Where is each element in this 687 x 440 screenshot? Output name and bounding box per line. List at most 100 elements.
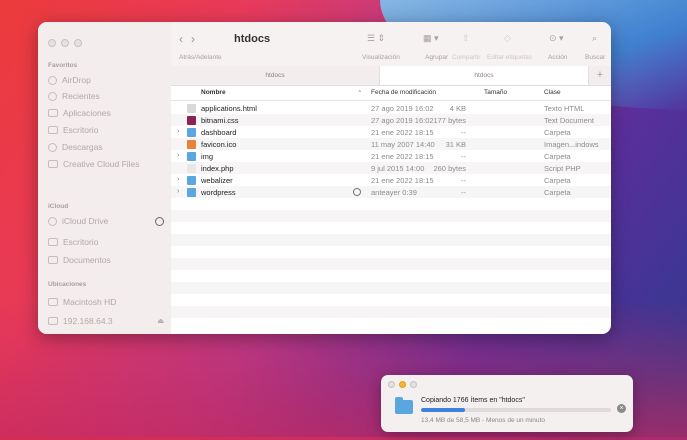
desktop-icon [48, 238, 58, 246]
group-icon[interactable]: ▦ ▾ [423, 33, 439, 44]
table-row[interactable]: index.php 9 jul 2015 14:00 260 bytes Script… [171, 162, 611, 174]
zoom-button[interactable] [74, 39, 82, 47]
sidebar-item-aplicaciones[interactable]: Aplicaciones [48, 106, 111, 120]
cloud-icon [48, 216, 57, 226]
table-row[interactable]: › webalizer 21 ene 2022 18:15 -- Carpeta [171, 174, 611, 186]
disk-icon [48, 298, 58, 306]
action-label: Acción [548, 54, 568, 61]
file-list: applications.html 27 ago 2019 16:02 4 KB Te… [171, 102, 611, 318]
tab-bar: htdocs htdocs + [171, 66, 611, 86]
sidebar-item-airdrop[interactable]: AirDrop [48, 73, 91, 87]
file-modified: 27 ago 2019 16:02 [371, 115, 434, 125]
column-kind[interactable]: Clase [544, 89, 561, 96]
file-name: img [201, 151, 214, 161]
document-icon [48, 160, 58, 168]
disclosure-chevron-icon[interactable]: › [177, 128, 179, 135]
empty-row [171, 306, 611, 318]
file-kind: Text Document [544, 115, 595, 125]
file-icon [187, 103, 196, 113]
disclosure-chevron-icon[interactable]: › [177, 176, 179, 183]
file-modified: 21 ene 2022 18:15 [371, 127, 434, 137]
folder-icon [187, 127, 196, 137]
copy-title: Copiando 1766 ítems en "htdocs" [421, 397, 525, 404]
tags-label: Editar etiquetas [487, 54, 533, 61]
forward-icon[interactable]: › [191, 32, 203, 46]
file-name: dashboard [201, 127, 237, 137]
tag-icon[interactable]: ◇ [504, 33, 511, 44]
table-row[interactable]: › dashboard 21 ene 2022 18:15 -- Carpeta [171, 126, 611, 138]
file-modified: 21 ene 2022 18:15 [371, 175, 434, 185]
sidebar-item-documentos[interactable]: Documentos [48, 253, 111, 267]
minimize-button[interactable] [61, 39, 69, 47]
copy-progress-fill [421, 408, 465, 412]
column-modified[interactable]: Fecha de modificación [371, 89, 436, 96]
disclosure-chevron-icon[interactable]: › [177, 152, 179, 159]
file-name: index.php [201, 163, 234, 173]
desktop-icon [48, 126, 58, 134]
empty-row [171, 210, 611, 222]
dialog-minimize-button[interactable] [399, 381, 406, 388]
empty-row [171, 246, 611, 258]
sidebar-item-macintosh-hd[interactable]: Macintosh HD [48, 295, 116, 309]
file-kind: Carpeta [544, 187, 571, 197]
file-size: -- [461, 187, 466, 197]
table-row[interactable]: › wordpress anteayer 0:39 -- Carpeta [171, 186, 611, 198]
list-view-icon[interactable]: ☰ ⇕ [367, 33, 385, 44]
table-row[interactable]: applications.html 27 ago 2019 16:02 4 KB Te… [171, 102, 611, 114]
sidebar-item-icloud-drive[interactable]: iCloud Drive [48, 214, 164, 228]
sidebar-item-label: Aplicaciones [63, 108, 111, 118]
sort-chevron-icon: ⌃ [357, 90, 363, 97]
sidebar-item-label: iCloud Drive [62, 216, 109, 226]
view-label: Visualización [362, 54, 400, 61]
close-button[interactable] [48, 39, 56, 47]
tab-htdocs-2[interactable]: htdocs [380, 66, 589, 85]
column-size[interactable]: Tamaño [484, 89, 507, 96]
empty-row [171, 294, 611, 306]
empty-row [171, 234, 611, 246]
file-icon [187, 139, 196, 149]
sidebar-item-label: 192.168.64.3 [63, 316, 113, 326]
airdrop-icon [48, 75, 57, 85]
tab-htdocs-1[interactable]: htdocs [171, 66, 380, 85]
file-size: -- [461, 151, 466, 161]
download-icon [48, 142, 57, 152]
file-size: -- [461, 175, 466, 185]
disclosure-chevron-icon[interactable]: › [177, 188, 179, 195]
sidebar-item-icloud-escritorio[interactable]: Escritorio [48, 235, 98, 249]
sidebar-item-creative-cloud[interactable]: Creative Cloud Files [48, 157, 140, 171]
cancel-copy-icon[interactable]: × [617, 404, 626, 413]
empty-row [171, 282, 611, 294]
back-icon[interactable]: ‹ [179, 32, 191, 46]
table-row[interactable]: favicon.ico 11 may 2007 14:40 31 KB Imagen.… [171, 138, 611, 150]
sidebar-item-descargas[interactable]: Descargas [48, 140, 103, 154]
folder-icon [187, 187, 196, 197]
sidebar-header-locations: Ubicaciones [48, 281, 87, 288]
dialog-close-button[interactable] [388, 381, 395, 388]
finder-window: Favoritos AirDrop Recientes Aplicaciones… [38, 22, 611, 334]
table-row[interactable]: bitnami.css 27 ago 2019 16:02 177 bytes Tex… [171, 114, 611, 126]
column-name[interactable]: Nombre [201, 89, 226, 96]
file-modified: 27 ago 2019 16:02 [371, 103, 434, 113]
dialog-zoom-button[interactable] [410, 381, 417, 388]
share-icon[interactable]: ⇧ [462, 33, 470, 44]
group-label: Agrupar [425, 54, 449, 61]
new-tab-button[interactable]: + [589, 66, 611, 85]
action-icon[interactable]: ⊙ ▾ [549, 33, 564, 44]
empty-row [171, 222, 611, 234]
sidebar-item-escritorio[interactable]: Escritorio [48, 123, 98, 137]
sidebar-item-label: Recientes [62, 91, 100, 101]
folder-icon [187, 151, 196, 161]
sidebar-item-network[interactable]: 192.168.64.3 ⏏ [48, 314, 164, 328]
file-size: 4 KB [449, 103, 466, 113]
copy-subtitle: 13,4 MB de 58,5 MB - Menos de un minuto [421, 417, 545, 424]
sidebar-item-label: Documentos [63, 255, 111, 265]
eject-icon[interactable]: ⏏ [157, 317, 164, 325]
file-name: favicon.ico [201, 139, 237, 149]
file-kind: Imagen...indows [544, 139, 599, 149]
sidebar-item-recientes[interactable]: Recientes [48, 89, 100, 103]
nav-arrows[interactable]: ‹› [179, 32, 203, 46]
table-row[interactable]: › img 21 ene 2022 18:15 -- Carpeta [171, 150, 611, 162]
search-icon[interactable]: ⌕ [592, 33, 597, 44]
file-modified: 21 ene 2022 18:15 [371, 151, 434, 161]
sidebar-item-label: Escritorio [63, 125, 99, 135]
